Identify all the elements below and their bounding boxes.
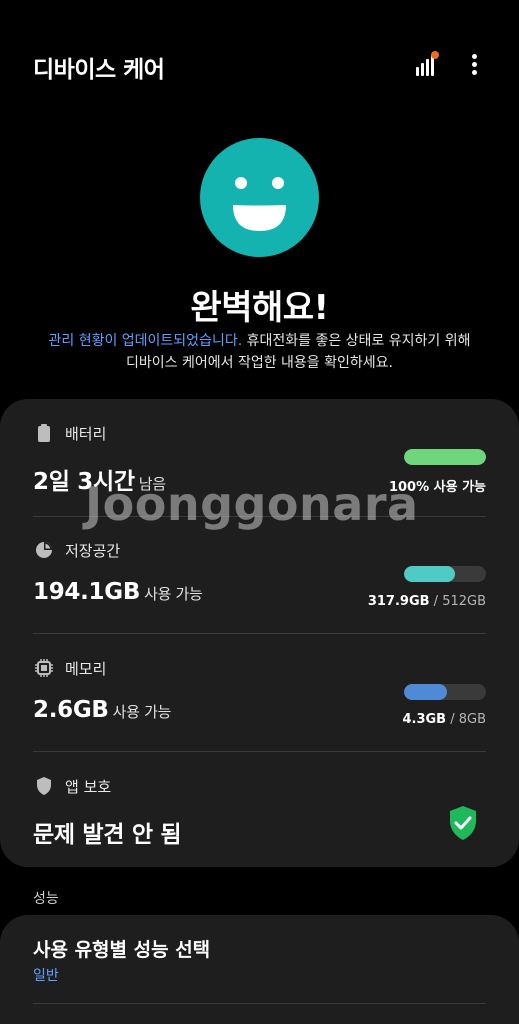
memory-label: 메모리 xyxy=(65,660,107,678)
shield-check-icon xyxy=(450,806,476,840)
performance-mode-title[interactable]: 사용 유형별 성능 선택 xyxy=(33,935,210,962)
signal-bars-icon[interactable] xyxy=(410,48,444,82)
performance-card[interactable] xyxy=(0,915,519,1024)
battery-label: 배터리 xyxy=(65,425,107,443)
storage-usage-bar xyxy=(404,566,486,582)
storage-label: 저장공간 xyxy=(65,542,121,560)
more-vert-icon[interactable] xyxy=(462,50,488,80)
app-protection-value: 문제 발견 안 됨 xyxy=(33,822,182,848)
divider xyxy=(33,516,486,517)
battery-level-bar xyxy=(404,449,486,465)
performance-mode-value: 일반 xyxy=(33,968,59,984)
memory-row[interactable]: 메모리 2.6GB 사용 가능 4.3GB / 8GB xyxy=(33,655,486,735)
status-subtitle: 관리 현황이 업데이트되었습니다. 휴대전화를 좋은 상태로 유지하기 위해 디… xyxy=(48,333,471,371)
divider xyxy=(33,1003,486,1004)
smiley-face-icon xyxy=(200,138,319,257)
divider xyxy=(33,633,486,634)
header: 디바이스 케어 xyxy=(0,0,519,130)
memory-value: 2.6GB 사용 가능 xyxy=(33,697,172,723)
shield-icon xyxy=(37,777,51,795)
pie-chart-icon xyxy=(36,542,52,558)
app-title: 디바이스 케어 xyxy=(33,57,165,83)
notification-dot xyxy=(431,51,439,59)
battery-row[interactable]: 배터리 2일 3시간 남음 100% 사용 가능 xyxy=(33,420,486,500)
battery-value: 2일 3시간 남음 xyxy=(33,469,166,495)
app-protection-row[interactable]: 앱 보호 문제 발견 안 됨 xyxy=(33,773,486,853)
performance-section-label: 성능 xyxy=(33,891,59,907)
update-link[interactable]: 관리 현황이 업데이트되었습니다. xyxy=(48,333,242,349)
status-title: 완벽해요! xyxy=(190,288,329,328)
battery-meta: 100% 사용 가능 xyxy=(388,480,486,495)
memory-meta: 4.3GB / 8GB xyxy=(402,712,486,727)
memory-chip-icon xyxy=(35,659,53,677)
memory-usage-bar xyxy=(404,684,486,700)
storage-meta: 317.9GB / 512GB xyxy=(367,594,486,609)
divider xyxy=(33,751,486,752)
storage-row[interactable]: 저장공간 194.1GB 사용 가능 317.9GB / 512GB xyxy=(33,537,486,617)
battery-icon xyxy=(38,424,50,442)
app-protection-label: 앱 보호 xyxy=(65,778,112,796)
storage-value: 194.1GB 사용 가능 xyxy=(33,579,203,605)
